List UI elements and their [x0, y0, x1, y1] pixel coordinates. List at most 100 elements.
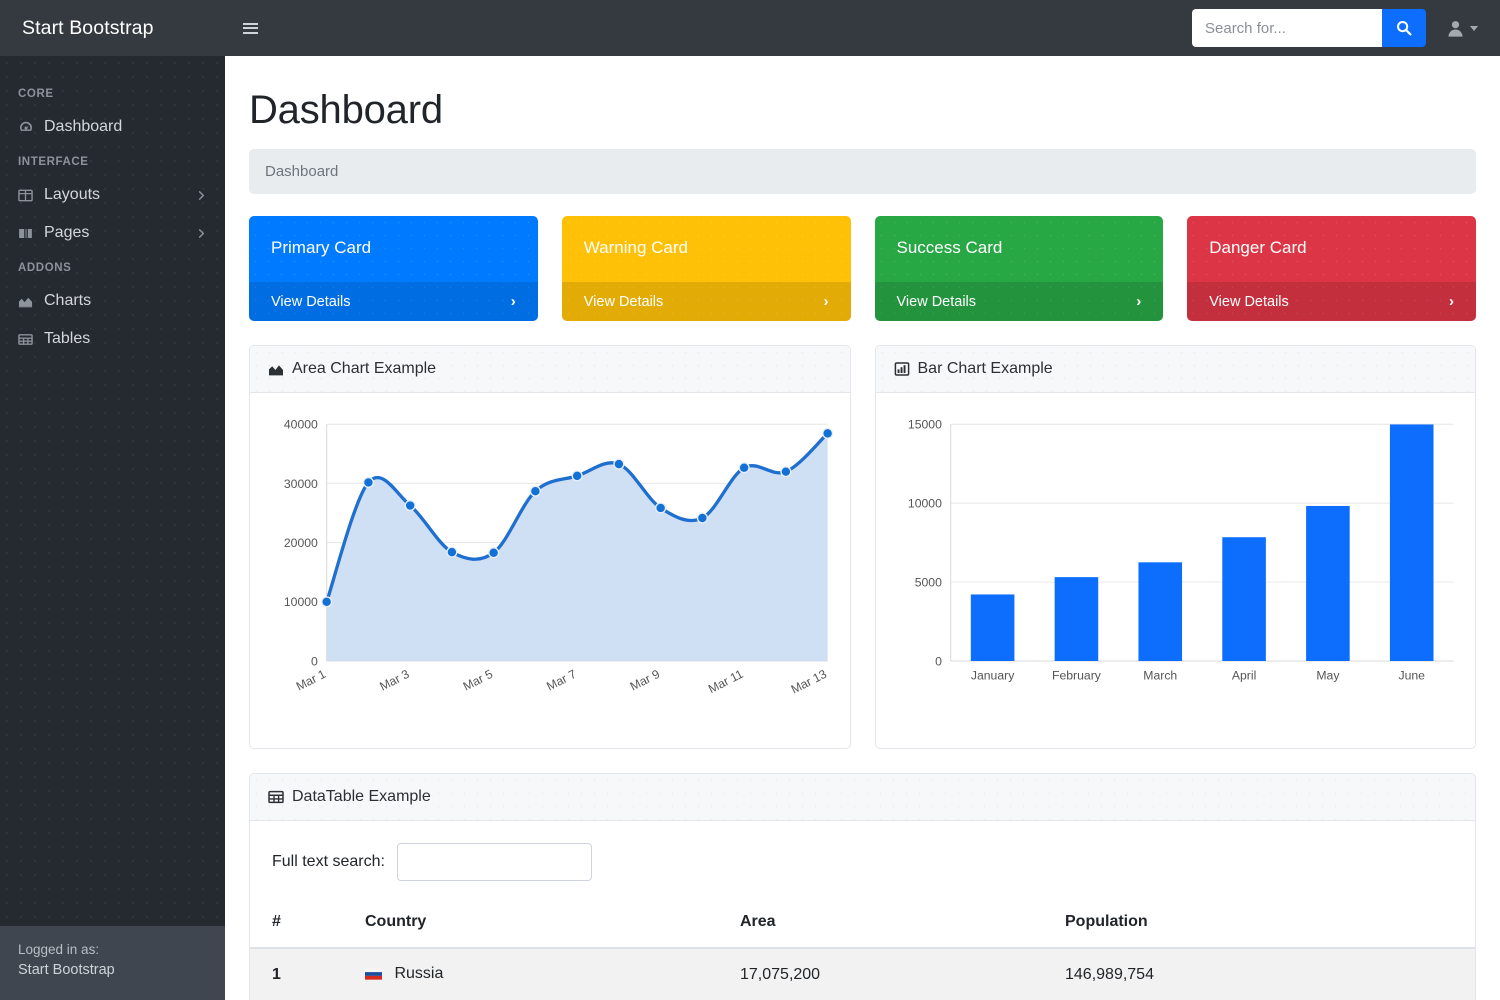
stat-cards-row: Primary Card View Details › Warning Card… — [249, 216, 1476, 321]
chevron-right-icon: › — [510, 293, 516, 310]
page-title: Dashboard — [249, 88, 443, 132]
bar-chart-plot: 0 5000 10000 15000 January February March April… — [907, 418, 1454, 683]
table-header-row: # Country Area Population — [250, 899, 1475, 949]
sidebar-nav: CORE Dashboard INTERFACE Layouts Pages A… — [0, 56, 225, 926]
svg-text:5000: 5000 — [914, 575, 941, 589]
svg-text:10000: 10000 — [284, 595, 318, 609]
hamburger-bar — [242, 31, 258, 34]
svg-text:March: March — [1143, 669, 1177, 683]
sidebar-item-label: Dashboard — [44, 118, 123, 135]
cell-num: 1 — [250, 948, 355, 1000]
datatable-card: DataTable Example Full text search: # Co… — [249, 773, 1476, 1000]
sidebar-item-label: Tables — [44, 330, 91, 347]
svg-text:0: 0 — [311, 654, 318, 668]
chevron-right-icon: › — [1136, 293, 1142, 310]
cell-area: 17,075,200 — [730, 948, 1055, 1000]
navbar-search-form — [1192, 9, 1426, 47]
svg-text:30000: 30000 — [284, 477, 318, 491]
chart-area-icon — [269, 365, 283, 376]
svg-text:Mar 13: Mar 13 — [789, 667, 829, 697]
bar-chart-body: 0 5000 10000 15000 January February March April… — [876, 393, 1476, 748]
area-chart-card: Area Chart Example 0 10000 20000 30000 40000… — [249, 345, 851, 749]
sidebar: CORE Dashboard INTERFACE Layouts Pages A… — [0, 56, 225, 1000]
chart-bar-icon — [894, 362, 909, 376]
svg-text:February: February — [1051, 669, 1101, 683]
area-chart-body: 0 10000 20000 30000 40000 Mar 1 Mar 3 Mar 5 Mar … — [250, 393, 850, 748]
card-title: Bar Chart Example — [917, 360, 1053, 377]
stat-card-footer-danger[interactable]: View Details › — [1187, 282, 1476, 321]
svg-text:Mar 1: Mar 1 — [294, 667, 328, 694]
datatable-search-input[interactable] — [396, 843, 592, 881]
area-chart-plot: 0 10000 20000 30000 40000 Mar 1 Mar 3 Mar 5 Mar … — [284, 418, 834, 697]
sidebar-heading-interface: INTERFACE — [18, 156, 89, 168]
svg-text:Mar 9: Mar 9 — [628, 667, 662, 694]
stat-card-success[interactable]: Success Card View Details › — [874, 216, 1164, 321]
sidebar-item-pages[interactable]: Pages — [0, 214, 225, 252]
svg-text:10000: 10000 — [907, 497, 941, 511]
card-title: Area Chart Example — [292, 360, 437, 377]
stat-card-warning[interactable]: Warning Card View Details › — [561, 216, 851, 321]
sidebar-footer: Logged in as: Start Bootstrap — [0, 926, 225, 1000]
sidebar-item-dashboard[interactable]: Dashboard — [0, 108, 225, 146]
datatable-controls: Full text search: — [250, 821, 1475, 899]
view-details-label: View Details — [271, 293, 351, 310]
datatable-search-label: Full text search: — [272, 853, 385, 870]
sidebar-item-layouts[interactable]: Layouts — [0, 176, 225, 214]
chevron-right-icon: › — [823, 293, 829, 310]
search-input[interactable] — [1192, 9, 1382, 47]
breadcrumb: Dashboard — [249, 149, 1476, 194]
hamburger-bar — [242, 22, 258, 25]
stat-card-footer-success[interactable]: View Details › — [874, 282, 1164, 321]
stat-card-title: Primary Card — [271, 238, 372, 257]
logged-in-user: Start Bootstrap — [18, 962, 115, 979]
sidebar-toggle-button[interactable] — [233, 11, 267, 45]
sidebar-item-label: Layouts — [44, 186, 101, 203]
bar-chart-header: Bar Chart Example — [875, 346, 1475, 393]
main-content: Dashboard Dashboard Primary Card View De… — [225, 56, 1500, 1000]
sidebar-item-tables[interactable]: Tables — [0, 320, 225, 358]
column-header-area[interactable]: Area — [730, 899, 1055, 949]
card-title: DataTable Example — [292, 788, 431, 805]
book-open-icon — [18, 226, 44, 241]
search-icon — [1397, 21, 1412, 36]
table-icon — [268, 790, 284, 804]
svg-text:April: April — [1231, 669, 1255, 683]
svg-text:Mar 3: Mar 3 — [377, 667, 411, 694]
chevron-right-icon — [196, 228, 207, 239]
stat-card-primary[interactable]: Primary Card View Details › — [249, 216, 538, 321]
svg-text:Mar 11: Mar 11 — [706, 667, 746, 696]
svg-text:Mar 5: Mar 5 — [461, 667, 495, 694]
russia-flag — [365, 967, 382, 985]
country-name: Russia — [394, 965, 444, 982]
sidebar-heading-addons: ADDONS — [18, 262, 72, 274]
search-button[interactable] — [1382, 9, 1426, 47]
charts-row: Area Chart Example 0 10000 20000 30000 40000… — [249, 345, 1476, 749]
svg-text:40000: 40000 — [284, 418, 318, 432]
cell-country: Russia — [355, 948, 730, 1000]
chevron-down-icon — [1470, 25, 1478, 31]
brand-link[interactable]: Start Bootstrap — [0, 17, 225, 40]
stat-card-title: Danger Card — [1209, 238, 1307, 257]
column-header-num[interactable]: # — [250, 899, 355, 949]
columns-icon — [18, 188, 44, 203]
svg-text:January: January — [970, 669, 1014, 683]
column-header-country[interactable]: Country — [355, 899, 730, 949]
stat-card-danger[interactable]: Danger Card View Details › — [1187, 216, 1476, 321]
column-header-population[interactable]: Population — [1055, 899, 1475, 949]
sidebar-item-charts[interactable]: Charts — [0, 282, 225, 320]
stat-card-footer-primary[interactable]: View Details › — [249, 282, 538, 321]
svg-text:June: June — [1398, 669, 1425, 683]
view-details-label: View Details — [1209, 293, 1289, 310]
cell-population: 146,989,754 — [1055, 948, 1475, 1000]
view-details-label: View Details — [896, 293, 977, 310]
table-row[interactable]: 1 Russia 17,075,200 146,989,754 — [250, 948, 1475, 1000]
svg-text:20000: 20000 — [284, 536, 318, 550]
bar-chart-card: Bar Chart Example 0 5000 10000 15000 January… — [874, 345, 1476, 749]
sidebar-item-label: Charts — [44, 292, 92, 309]
top-navbar: Start Bootstrap — [0, 0, 1500, 56]
user-menu-dropdown[interactable] — [1440, 15, 1484, 42]
breadcrumb-item-dashboard: Dashboard — [265, 163, 339, 180]
svg-text:15000: 15000 — [907, 418, 941, 432]
chevron-right-icon — [196, 190, 207, 201]
stat-card-footer-warning[interactable]: View Details › — [561, 282, 851, 321]
